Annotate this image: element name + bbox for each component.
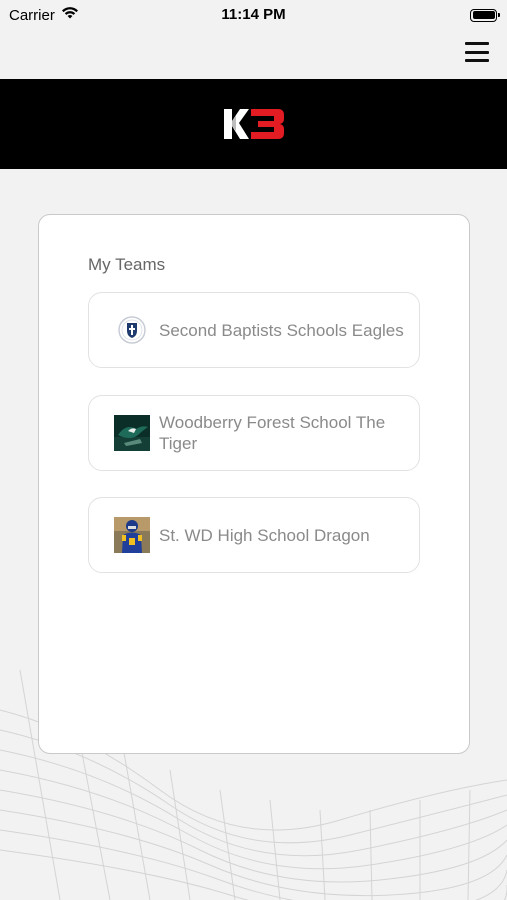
team-name: Woodberry Forest School The Tiger: [159, 413, 386, 453]
battery-icon: [470, 8, 500, 22]
school-crest-icon: [114, 312, 150, 348]
status-left: Carrier: [9, 6, 79, 24]
hamburger-menu-icon[interactable]: [465, 42, 489, 62]
football-player-photo-icon: [114, 517, 150, 553]
k3-logo-icon: [223, 109, 284, 139]
team-name: St. WD High School Dragon: [159, 525, 370, 545]
brand-header: [0, 79, 507, 169]
nav-bar: [0, 30, 507, 79]
my-teams-title: My Teams: [88, 255, 166, 274]
status-bar: Carrier 11:14 PM: [0, 0, 507, 30]
eagle-photo-icon: [114, 415, 150, 451]
carrier-label: Carrier: [9, 6, 55, 24]
team-name: Second Baptists Schools Eagles: [159, 320, 404, 340]
team-item-st-wd[interactable]: St. WD High School Dragon: [88, 497, 420, 573]
team-item-second-baptist[interactable]: Second Baptists Schools Eagles: [88, 292, 420, 368]
my-teams-card: My Teams Second Baptists Schools Eagles …: [38, 214, 470, 754]
team-item-woodberry-forest[interactable]: Woodberry Forest School The Tiger: [88, 395, 420, 471]
wifi-icon: [61, 6, 79, 24]
